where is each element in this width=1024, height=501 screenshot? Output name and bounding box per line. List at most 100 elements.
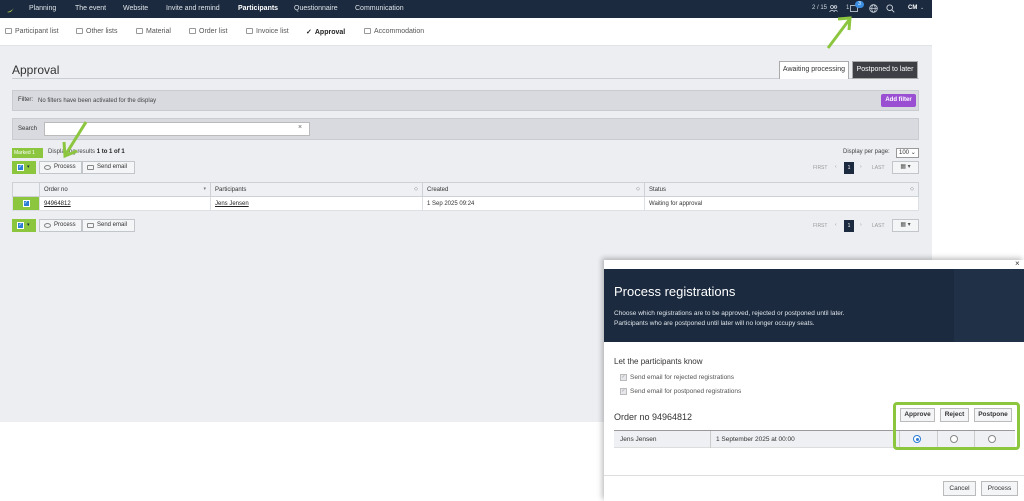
nav-invite-and-remind[interactable]: Invite and remind — [166, 5, 220, 12]
pager-next[interactable]: › — [860, 222, 862, 228]
nav-planning[interactable]: Planning — [29, 5, 56, 12]
process-registrations-dialog: Process registrations Choose which regis… — [604, 260, 1024, 501]
subnav-approval[interactable]: ✓ Approval — [306, 28, 345, 36]
gear-icon — [44, 165, 51, 170]
nav-participants[interactable]: Participants — [238, 5, 278, 12]
dialog-title: Process registrations — [614, 284, 736, 299]
option-label: Send email for postponed registrations — [630, 388, 742, 395]
subnav-material[interactable]: Material — [136, 28, 171, 35]
grid-icon: ▦ — [900, 164, 906, 170]
tab-awaiting-processing[interactable]: Awaiting processing — [779, 61, 849, 79]
marked-indicator: Marked 1 — [12, 148, 43, 158]
pager-prev[interactable]: ‹ — [835, 164, 837, 170]
send-email-button-bottom[interactable]: Send email — [82, 219, 135, 232]
column-settings-button-bottom[interactable]: ▦ ▾ — [892, 219, 919, 232]
notify-heading: Let the participants know — [614, 357, 703, 366]
row-checkbox[interactable]: ✓ — [22, 200, 30, 207]
table-header-row: Order no ▾ Participants ◇ Created ◇ Status ◇ — [12, 182, 919, 197]
pager-last[interactable]: LAST — [872, 223, 885, 229]
material-icon — [136, 28, 143, 34]
grid-icon: ▦ — [900, 222, 906, 228]
pager-first[interactable]: FIRST — [813, 165, 827, 171]
participant-link[interactable]: Jens Jensen — [215, 201, 249, 207]
subnav-label: Approval — [314, 29, 346, 36]
select-all-checkbox[interactable]: ✓ — [17, 222, 24, 229]
send-email-label: Send email — [97, 164, 128, 170]
subnav-label: Material — [146, 28, 171, 35]
header-label: Created — [427, 186, 449, 193]
select-all-dropdown[interactable]: ✓ ▾ — [12, 161, 36, 174]
list-icon — [76, 28, 83, 34]
pagination-top: FIRST ‹ 1 › LAST — [813, 161, 893, 175]
cell-divider — [710, 431, 711, 448]
per-page-label: Display per page: — [843, 149, 890, 155]
order-no-link[interactable]: 94964812 — [44, 201, 71, 207]
subnav-order-list[interactable]: Order list — [189, 28, 227, 35]
cancel-button[interactable]: Cancel — [943, 481, 976, 496]
clear-search-icon[interactable]: × — [298, 124, 302, 131]
pagination-bottom: FIRST ‹ 1 › LAST — [813, 219, 893, 233]
participants-icon — [829, 5, 838, 12]
header-created[interactable]: Created ◇ — [422, 182, 645, 197]
pager-prev[interactable]: ‹ — [835, 222, 837, 228]
send-email-button[interactable]: Send email — [82, 161, 135, 174]
header-order-no[interactable]: Order no ▾ — [39, 182, 211, 197]
nav-website[interactable]: Website — [123, 5, 148, 12]
sub-navigation: Participant list Other lists Material Or… — [0, 18, 932, 46]
user-menu-chevron-down-icon[interactable]: ⌄ — [920, 5, 924, 11]
send-email-postponed-option[interactable]: ✓ Send email for postponed registrations — [620, 388, 742, 395]
marked-count: 1 — [32, 150, 35, 156]
select-all-dropdown-bottom[interactable]: ✓ ▾ — [12, 219, 36, 232]
people-icon — [5, 28, 12, 34]
pager-last[interactable]: LAST — [872, 165, 885, 171]
search-label: Search — [18, 126, 38, 132]
header-label: Status — [649, 186, 667, 193]
option-label: Send email for rejected registrations — [630, 374, 735, 381]
process-submit-button[interactable]: Process — [981, 481, 1018, 496]
nav-questionnaire[interactable]: Questionnaire — [294, 5, 338, 12]
per-page-select[interactable]: 100 ⌄ — [896, 148, 919, 158]
app-logo-icon — [7, 6, 15, 13]
send-email-label: Send email — [97, 222, 128, 228]
filter-label: Filter: — [18, 97, 33, 103]
pager-first[interactable]: FIRST — [813, 223, 827, 229]
subnav-invoice-list[interactable]: Invoice list — [246, 28, 289, 35]
dialog-description: Choose which registrations are to be app… — [614, 309, 845, 329]
send-email-rejected-option[interactable]: ✓ Send email for rejected registrations — [620, 374, 735, 381]
globe-icon[interactable] — [869, 4, 878, 13]
send-email-postponed-checkbox[interactable]: ✓ — [620, 388, 627, 395]
pager-current[interactable]: 1 — [844, 162, 854, 174]
column-settings-button[interactable]: ▦ ▾ — [892, 161, 919, 174]
nav-communication[interactable]: Communication — [355, 5, 404, 12]
seats-counter[interactable]: 2 / 15 — [812, 5, 827, 11]
user-menu[interactable]: CM — [908, 5, 917, 11]
header-participants[interactable]: Participants ◇ — [210, 182, 423, 197]
row-select-cell[interactable]: ✓ — [12, 196, 40, 211]
tab-postponed-to-later[interactable]: Postponed to later — [852, 61, 918, 79]
pager-next[interactable]: › — [860, 164, 862, 170]
subnav-participant-list[interactable]: Participant list — [5, 28, 59, 35]
add-filter-button[interactable]: Add filter — [881, 94, 916, 107]
approval-table: Order no ▾ Participants ◇ Created ◇ Status ◇… — [12, 182, 919, 211]
invoice-icon — [246, 28, 253, 34]
nav-the-event[interactable]: The event — [75, 5, 106, 12]
registration-name: Jens Jensen — [620, 436, 657, 443]
envelope-icon — [87, 223, 94, 228]
pager-current[interactable]: 1 — [844, 220, 854, 232]
subnav-accommodation[interactable]: Accommodation — [364, 28, 424, 35]
header-status[interactable]: Status ◇ — [644, 182, 919, 197]
results-range: 1 to 1 of 1 — [96, 149, 125, 155]
search-icon[interactable] — [886, 4, 895, 13]
envelope-icon — [87, 165, 94, 170]
caret-down-icon: ▾ — [27, 164, 30, 170]
gear-icon — [44, 223, 51, 228]
select-all-checkbox[interactable]: ✓ — [17, 164, 24, 171]
page-title: Approval — [12, 63, 60, 77]
dialog-footer-divider — [604, 475, 1024, 476]
approval-count[interactable]: 1 — [846, 5, 849, 11]
process-button[interactable]: Process — [39, 161, 82, 174]
send-email-rejected-checkbox[interactable]: ✓ — [620, 374, 627, 381]
process-button-bottom[interactable]: Process — [39, 219, 82, 232]
subnav-other-lists[interactable]: Other lists — [76, 28, 118, 35]
close-icon[interactable]: × — [1015, 259, 1020, 268]
